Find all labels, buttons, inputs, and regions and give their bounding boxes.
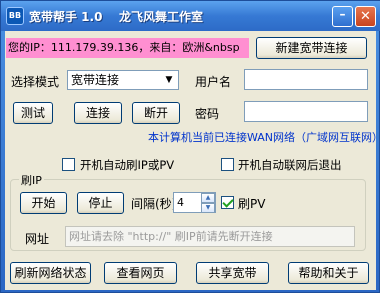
connection-status-text: 本计算机当前已连接WAN网络（广域网互联网）: [148, 131, 380, 144]
minimize-button[interactable]: –: [332, 6, 353, 27]
start-button[interactable]: 开始: [20, 192, 67, 214]
mode-label: 选择模式: [11, 75, 60, 89]
refresh-pv-label: 刷PV: [238, 197, 266, 211]
auto-refresh-checkbox[interactable]: [62, 158, 75, 171]
refresh-ip-group-title: 刷IP: [19, 172, 44, 188]
chevron-down-icon[interactable]: ▼: [161, 72, 177, 88]
refresh-status-button[interactable]: 刷新网络状态: [10, 262, 91, 284]
interval-label: 间隔(秒): [131, 197, 177, 211]
username-field[interactable]: [244, 69, 368, 90]
app-icon: BB: [6, 7, 24, 25]
studio-name: 龙飞风舞工作室: [119, 10, 204, 24]
new-connection-button[interactable]: 新建宽带连接: [256, 37, 367, 59]
url-label: 网址: [25, 232, 50, 246]
password-label: 密码: [195, 107, 220, 121]
view-page-button[interactable]: 查看网页: [104, 262, 177, 284]
app-window: BB 宽带帮手 1.0 龙飞风舞工作室 – ✕ 您的IP：111.179.39.…: [0, 0, 380, 293]
main-panel: 您的IP：111.179.39.136，来自：欧洲&nbsp 新建宽带连接 选择…: [5, 31, 380, 290]
disconnect-button[interactable]: 断开: [132, 102, 180, 124]
title-bar[interactable]: BB 宽带帮手 1.0 龙飞风舞工作室 – ✕: [1, 1, 380, 31]
close-button[interactable]: ✕: [355, 6, 376, 27]
test-button[interactable]: 测试: [13, 102, 53, 124]
spin-up-icon[interactable]: ▲: [201, 193, 215, 203]
refresh-pv-checkbox[interactable]: [221, 196, 234, 209]
app-title: 宽带帮手 1.0: [29, 10, 103, 24]
ip-info-display: 您的IP：111.179.39.136，来自：欧洲&nbsp: [6, 38, 249, 58]
help-about-button[interactable]: 帮助和关于: [288, 262, 369, 284]
auto-connect-exit-checkbox[interactable]: [221, 158, 234, 171]
password-field[interactable]: [244, 101, 368, 122]
spin-down-icon[interactable]: ▼: [201, 203, 215, 213]
url-input[interactable]: 网址请去除 "http://" 刷IP前请先断开连接: [65, 226, 355, 247]
connect-button[interactable]: 连接: [74, 102, 122, 124]
auto-refresh-label: 开机自动刷IP或PV: [80, 158, 175, 172]
share-broadband-button[interactable]: 共享宽带: [196, 262, 269, 284]
stop-button[interactable]: 停止: [77, 192, 124, 214]
username-label: 用户名: [195, 75, 232, 89]
mode-selected-value: 宽带连接: [71, 73, 120, 87]
auto-connect-exit-label: 开机自动联网后退出: [238, 158, 342, 172]
mode-select[interactable]: 宽带连接 ▼: [67, 70, 179, 90]
